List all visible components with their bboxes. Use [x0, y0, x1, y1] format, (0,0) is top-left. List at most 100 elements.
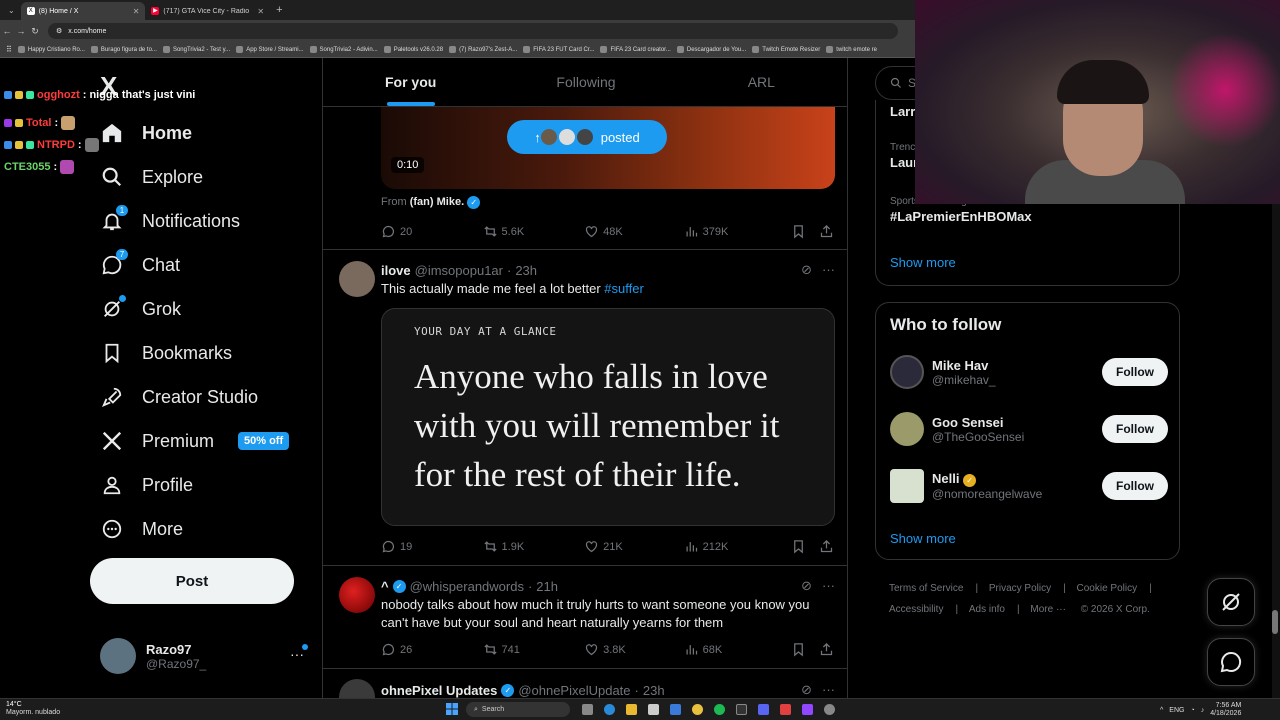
tab-arl[interactable]: ARL — [674, 58, 847, 106]
follow-suggestion[interactable]: Goo Sensei @TheGooSensei Follow — [890, 409, 1168, 449]
avatar[interactable] — [339, 261, 375, 297]
show-more-follow-link[interactable]: Show more — [890, 531, 956, 546]
site-info-icon[interactable]: ⚙ — [56, 27, 62, 35]
sidebar-item-grok[interactable]: Grok — [100, 294, 181, 324]
apps-grid-icon[interactable]: ⠿ — [6, 45, 12, 54]
views-button[interactable]: 212K — [684, 539, 792, 554]
reply-button[interactable]: 19 — [381, 539, 483, 554]
file-explorer-icon[interactable] — [626, 704, 637, 715]
grok-explain-icon[interactable]: ⊘ — [801, 682, 812, 698]
app-icon[interactable] — [670, 704, 681, 715]
tweet-time[interactable]: 23h — [515, 263, 537, 278]
close-tab-icon[interactable]: ✕ — [133, 7, 140, 16]
store-icon[interactable] — [648, 704, 659, 715]
browser-tab-youtube[interactable]: ▶ (717) GTA Vice City - Radio ✕ — [145, 2, 270, 20]
task-view-icon[interactable] — [582, 704, 593, 715]
tweet-time[interactable]: 23h — [643, 683, 665, 698]
tweet-more-icon[interactable]: ··· — [822, 262, 835, 278]
footer-link[interactable]: More ··· — [1030, 604, 1066, 615]
grok-explain-icon[interactable]: ⊘ — [801, 262, 812, 278]
trend-item[interactable]: Trenc Laur — [890, 142, 918, 170]
follow-suggestion[interactable]: Nelli ✓ @nomoreangelwave Follow — [890, 466, 1168, 506]
video-source-name[interactable]: (fan) Mike. — [410, 196, 464, 208]
bookmark-item[interactable]: SongTrivia2 - Adivin... — [309, 46, 378, 53]
forward-arrow-icon[interactable]: → — [14, 26, 28, 36]
hashtag-link[interactable]: #suffer — [604, 281, 644, 296]
messages-fab-button[interactable] — [1207, 638, 1255, 686]
bookmark-item[interactable]: FIFA 23 FUT Card Cr... — [523, 46, 594, 53]
tweet-author-handle[interactable]: @ohnePixelUpdate — [518, 683, 630, 698]
bookmark-item[interactable]: Burago figura de to... — [90, 46, 157, 53]
wifi-icon[interactable]: ◔ — [1190, 707, 1194, 714]
footer-link[interactable]: Privacy Policy — [989, 583, 1051, 594]
sidebar-item-premium[interactable]: Premium 50% off — [100, 426, 290, 456]
like-button[interactable]: 3.8K — [584, 642, 684, 657]
bookmark-item[interactable]: Happy Cristiano Ro... — [17, 46, 85, 53]
footer-link[interactable]: Cookie Policy — [1077, 583, 1138, 594]
address-bar[interactable]: ⚙ x.com/home — [48, 23, 898, 39]
show-more-trends-link[interactable]: Show more — [890, 255, 956, 270]
avatar[interactable] — [339, 679, 375, 698]
tweet-author-handle[interactable]: @imsopopu1ar — [415, 263, 503, 278]
new-posts-pill[interactable]: ↑ posted — [507, 120, 667, 154]
like-button[interactable]: 48K — [584, 224, 684, 239]
trend-item[interactable]: Larr — [890, 102, 915, 119]
sidebar-item-chat[interactable]: 7 Chat — [100, 249, 180, 280]
bookmark-item[interactable]: SongTrivia2 - Test y... — [162, 46, 230, 53]
spotify-icon[interactable] — [714, 704, 725, 715]
browser-tab-x-home[interactable]: X (8) Home / X ✕ — [20, 2, 146, 20]
clock[interactable]: 7:56 AM 4/18/2026 — [1210, 702, 1241, 718]
tweet-more-icon[interactable]: ··· — [822, 682, 835, 698]
tweet-author-handle[interactable]: @whisperandwords — [410, 579, 524, 594]
edge-icon[interactable] — [604, 704, 615, 715]
follow-button[interactable]: Follow — [1102, 415, 1168, 443]
settings-gear-icon[interactable] — [824, 704, 835, 715]
obs-icon[interactable] — [736, 704, 747, 715]
bookmark-item[interactable]: (7) Razo97's Zest-A... — [449, 46, 517, 53]
weather-widget[interactable]: 14°C Mayorm. nublado — [6, 701, 60, 717]
grok-fab-button[interactable] — [1207, 578, 1255, 626]
twitch-icon[interactable] — [802, 704, 813, 715]
repost-button[interactable]: 1.9K — [483, 539, 585, 554]
bookmark-item[interactable]: twitch emote re — [826, 46, 877, 53]
taskbar-search[interactable]: ⌕ Search — [466, 702, 570, 717]
repost-button[interactable]: 5.6K — [483, 224, 585, 239]
language-indicator[interactable]: ENG — [1169, 707, 1184, 714]
chrome-icon[interactable] — [692, 704, 703, 715]
avatar[interactable] — [339, 577, 375, 613]
tweet-time[interactable]: 21h — [536, 579, 558, 594]
tweet-image-card[interactable]: YOUR DAY AT A GLANCE Anyone who falls in… — [381, 308, 835, 526]
account-more-icon[interactable]: ··· — [290, 644, 308, 662]
app-icon[interactable] — [780, 704, 791, 715]
bookmark-item[interactable]: Paletools v26.0.28 — [383, 46, 443, 53]
bookmark-item[interactable]: FIFA 23 Card creator... — [600, 46, 671, 53]
grok-explain-icon[interactable]: ⊘ — [801, 578, 812, 594]
bookmark-button[interactable] — [791, 224, 819, 239]
bookmark-button[interactable] — [791, 539, 819, 554]
bookmark-item[interactable]: Twitch Emote Resizer — [752, 46, 820, 53]
back-arrow-icon[interactable]: ← — [0, 26, 14, 36]
sidebar-item-bookmarks[interactable]: Bookmarks — [100, 338, 232, 368]
reply-button[interactable]: 20 — [381, 224, 483, 239]
follow-button[interactable]: Follow — [1102, 358, 1168, 386]
scrollbar-thumb[interactable] — [1272, 610, 1278, 634]
windows-start-icon[interactable] — [446, 703, 458, 715]
repost-button[interactable]: 741 — [483, 642, 585, 657]
close-tab-icon[interactable]: ✕ — [257, 7, 264, 16]
like-button[interactable]: 21K — [584, 539, 684, 554]
sidebar-item-creator-studio[interactable]: Creator Studio — [100, 382, 258, 412]
new-tab-icon[interactable]: + — [270, 4, 288, 16]
reload-icon[interactable]: ↻ — [28, 26, 42, 37]
post-button[interactable]: Post — [90, 558, 294, 604]
reply-button[interactable]: 26 — [381, 642, 483, 657]
tweet-author-name[interactable]: ohnePixel Updates — [381, 683, 497, 698]
tweet-author-name[interactable]: ilove — [381, 263, 411, 278]
sidebar-item-more[interactable]: More — [100, 514, 183, 544]
tab-search-chevron-icon[interactable]: ⌄ — [0, 6, 21, 15]
bookmark-item[interactable]: Descargador de You... — [676, 46, 746, 53]
footer-link[interactable]: Accessibility — [889, 604, 943, 615]
tab-for-you[interactable]: For you — [323, 58, 498, 106]
volume-icon[interactable]: ♪ — [1201, 707, 1205, 714]
tray-chevron-icon[interactable]: ^ — [1160, 707, 1163, 714]
follow-button[interactable]: Follow — [1102, 472, 1168, 500]
